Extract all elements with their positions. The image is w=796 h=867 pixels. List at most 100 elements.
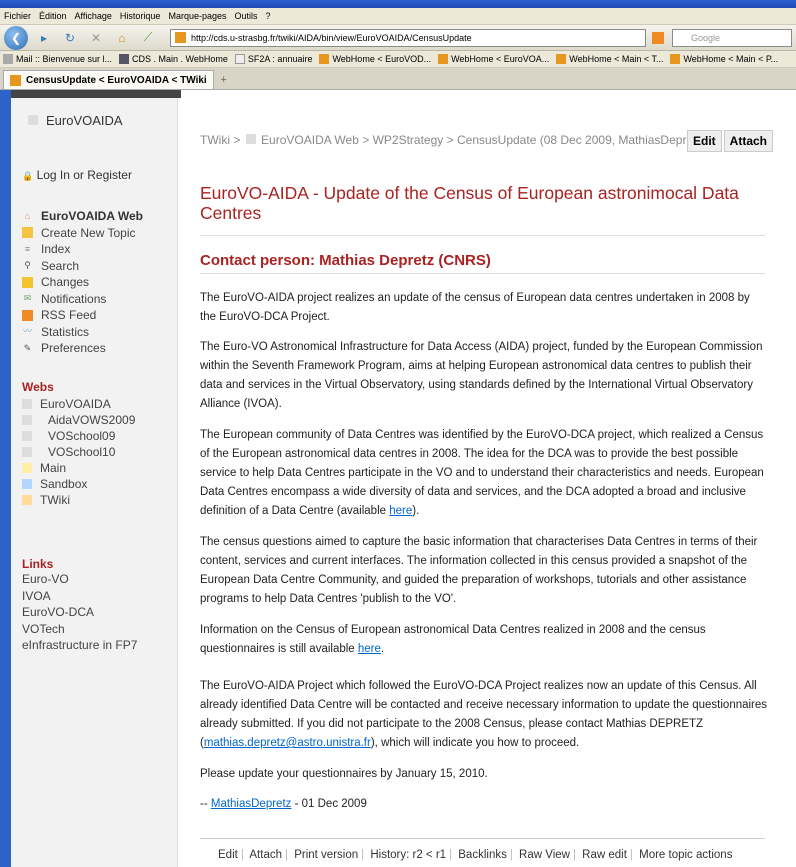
back-button[interactable]: ❮ (4, 25, 28, 50)
link-eurovo-dca[interactable]: EuroVO-DCA (22, 605, 137, 622)
menu-view[interactable]: Affichage (75, 11, 112, 21)
sidebar-item-create-topic[interactable]: Create New Topic (22, 225, 143, 242)
web-color-icon (22, 479, 32, 489)
sidebar-item-index[interactable]: ≡ Index (22, 241, 143, 258)
bookmark-item[interactable]: WebHome < Main < T... (556, 54, 663, 64)
menu-bookmarks[interactable]: Marque-pages (168, 11, 226, 21)
still-available-here-link[interactable]: here (358, 643, 381, 655)
tab-census-update[interactable]: CensusUpdate < EuroVOAIDA < TWiki (3, 70, 214, 89)
mail-icon (3, 54, 13, 64)
attach-button[interactable]: Attach (723, 130, 774, 152)
search-box[interactable]: Google (672, 28, 792, 47)
breadcrumb: TWiki > EuroVOAIDA Web > WP2Strategy > C… (200, 133, 706, 147)
link-einfrastructure[interactable]: eInfrastructure in FP7 (22, 638, 137, 655)
link-ivoa[interactable]: IVOA (22, 589, 137, 606)
reload-button[interactable]: ↻ (60, 28, 80, 48)
action-edit[interactable]: Edit (218, 849, 238, 861)
action-backlinks[interactable]: Backlinks (458, 849, 507, 861)
new-tab-button[interactable]: + (214, 70, 234, 89)
web-color-icon (28, 115, 38, 125)
rss-icon[interactable] (652, 31, 664, 44)
link-votech[interactable]: VOTech (22, 622, 137, 639)
forward-button[interactable]: ▸ (34, 28, 54, 48)
login-link[interactable]: 🔒 Log In or Register (22, 168, 132, 182)
bookmark-item[interactable]: CDS . Main . WebHome (119, 54, 228, 64)
menu-history[interactable]: Historique (120, 11, 161, 21)
bookmark-item[interactable]: WebHome < EuroVOA... (438, 54, 549, 64)
home-button[interactable]: ⌂ (112, 28, 132, 48)
sidebar-item-label: Notifications (41, 291, 107, 306)
bookmark-item[interactable]: WebHome < Main < P... (670, 54, 778, 64)
sidebar-item-label: Changes (41, 275, 90, 290)
paragraph-text: Information on the Census of European as… (200, 624, 706, 655)
sidebar-item-web[interactable]: ⌂ EuroVOAIDA Web (22, 208, 143, 225)
action-attach[interactable]: Attach (249, 849, 282, 861)
sidebar-item-rss[interactable]: RSS Feed (22, 307, 143, 324)
web-item-voschool10[interactable]: VOSchool10 (22, 444, 135, 460)
addon-button[interactable]: ⟋ (138, 28, 158, 48)
web-item-label: Main (40, 461, 67, 475)
sidebar-item-label: EuroVOAIDA Web (41, 209, 144, 224)
breadcrumb-separator: > (446, 133, 454, 147)
available-here-link[interactable]: here (389, 505, 412, 517)
twiki-icon (319, 54, 330, 64)
plus-icon: + (220, 73, 227, 86)
action-more[interactable]: More topic actions (639, 849, 732, 861)
bookmark-item[interactable]: WebHome < EuroVOD... (319, 54, 431, 64)
signature-date: - 01 Dec 2009 (291, 798, 367, 810)
twiki-icon (556, 54, 567, 64)
author-link[interactable]: MathiasDepretz (211, 798, 292, 810)
paragraph-intro: The EuroVO-AIDA project realizes an upda… (200, 292, 750, 323)
index-icon: ≡ (24, 243, 31, 254)
rss-icon (22, 309, 33, 321)
web-item-main[interactable]: Main (22, 460, 135, 476)
stop-button[interactable]: ✕ (86, 28, 106, 48)
web-color-icon (22, 399, 32, 409)
action-print[interactable]: Print version (294, 849, 358, 861)
breadcrumb-parent[interactable]: WP2Strategy (373, 133, 444, 147)
web-item-sandbox[interactable]: Sandbox (22, 476, 135, 492)
sidebar-item-label: Index (41, 242, 71, 257)
menu-bar: Fichier Édition Affichage Historique Mar… (0, 8, 796, 25)
paragraph-info: Information on the Census of European as… (200, 621, 768, 659)
menu-help[interactable]: ? (266, 11, 271, 21)
login-text: Log In or Register (36, 168, 132, 182)
preferences-icon: ✎ (23, 342, 32, 353)
breadcrumb-twiki[interactable]: TWiki (200, 133, 230, 147)
sidebar-item-changes[interactable]: Changes (22, 274, 143, 291)
web-item-voschool09[interactable]: VOSchool09 (22, 428, 135, 444)
link-euro-vo[interactable]: Euro-VO (22, 572, 137, 589)
sidebar-item-notifications[interactable]: ✉ Notifications (22, 291, 143, 308)
bookmark-item[interactable]: SF2A : annuaire (234, 54, 312, 64)
edit-button[interactable]: Edit (687, 130, 722, 152)
sidebar-item-label: Search (41, 258, 80, 273)
action-history[interactable]: History: r2 < r1 (370, 849, 446, 861)
action-raw-view[interactable]: Raw View (519, 849, 570, 861)
web-item-eurovoaida[interactable]: EuroVOAIDA (22, 396, 135, 412)
web-item-twiki[interactable]: TWiki (22, 492, 135, 508)
sidebar-item-statistics[interactable]: 〰 Statistics (22, 324, 143, 341)
url-bar[interactable]: http://cds.u-strasbg.fr/twiki/AIDA/bin/v… (170, 28, 646, 47)
separator: | (361, 849, 365, 861)
menu-file[interactable]: Fichier (4, 11, 31, 21)
menu-tools[interactable]: Outils (235, 11, 258, 21)
paragraph-deadline: Please update your questionnaires by Jan… (200, 768, 488, 780)
paragraph-text: ), which will indicate you how to procee… (370, 737, 580, 749)
separator: | (509, 849, 513, 861)
sidebar-tools: ⌂ EuroVOAIDA Web Create New Topic ≡ Index … (22, 208, 143, 357)
sidebar-item-search[interactable]: ⚲ Search (22, 258, 143, 275)
leaf-icon: ⟋ (143, 30, 153, 44)
signature-prefix: -- (200, 798, 211, 810)
search-placeholder: Google (691, 32, 721, 43)
action-raw-edit[interactable]: Raw edit (582, 849, 627, 861)
menu-edit[interactable]: Édition (39, 11, 67, 21)
sidebar-web-title[interactable]: EuroVOAIDA (28, 113, 123, 128)
bookmark-item[interactable]: Mail :: Bienvenue sur l... (3, 54, 112, 64)
email-link[interactable]: mathias.depretz@astro.unistra.fr (204, 737, 371, 749)
web-color-icon (22, 495, 32, 505)
paragraph-census-questions: The census questions aimed to capture th… (200, 536, 758, 605)
separator: | (240, 849, 244, 861)
breadcrumb-web[interactable]: EuroVOAIDA Web (261, 133, 359, 147)
sidebar-item-preferences[interactable]: ✎ Preferences (22, 340, 143, 357)
web-item-aidavows2009[interactable]: AidaVOWS2009 (22, 412, 135, 428)
